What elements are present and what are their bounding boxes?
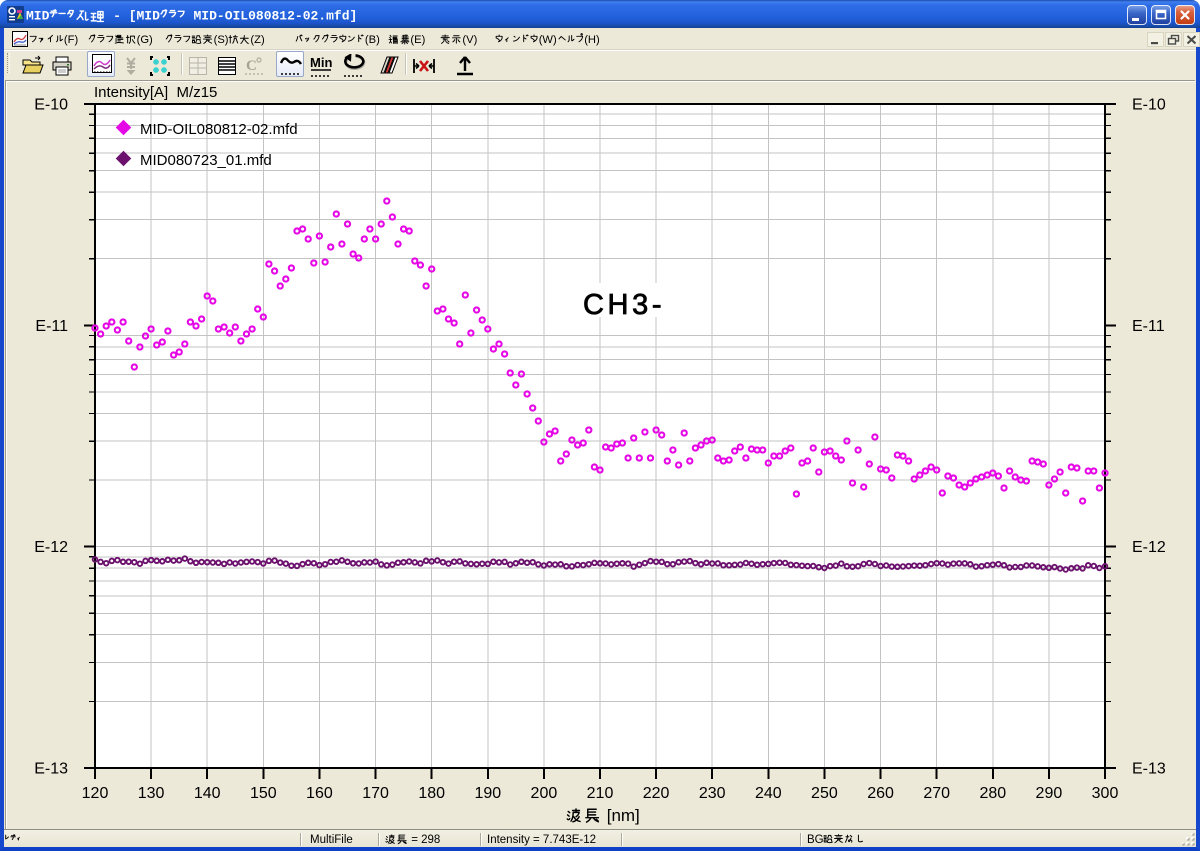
svg-text:E-12: E-12 — [1132, 539, 1166, 556]
svg-text:210: 210 — [587, 785, 614, 802]
svg-text:E-13: E-13 — [34, 761, 68, 778]
svg-text:Intensity[A] M/z15: Intensity[A] M/z15 — [94, 84, 217, 101]
svg-text:150: 150 — [250, 785, 277, 802]
svg-text:CH3-: CH3- — [583, 289, 665, 321]
svg-text:= 298: = 298 — [408, 834, 440, 846]
svg-text:MID-OIL080812-02.mfd: MID-OIL080812-02.mfd — [140, 121, 298, 138]
svg-text:180: 180 — [418, 785, 445, 802]
svg-text:E-13: E-13 — [1132, 761, 1166, 778]
svg-text:200: 200 — [531, 785, 558, 802]
svg-text:130: 130 — [138, 785, 165, 802]
svg-text:140: 140 — [194, 785, 221, 802]
svg-text:230: 230 — [699, 785, 726, 802]
svg-text:MID080723_01.mfd: MID080723_01.mfd — [140, 152, 272, 169]
svg-text:E-11: E-11 — [1132, 318, 1165, 335]
svg-text:290: 290 — [1036, 785, 1063, 802]
svg-text:270: 270 — [923, 785, 950, 802]
svg-text:300: 300 — [1092, 785, 1119, 802]
svg-text:120: 120 — [82, 785, 109, 802]
svg-text:220: 220 — [643, 785, 670, 802]
svg-text:E-10: E-10 — [34, 97, 68, 114]
svg-text:170: 170 — [362, 785, 389, 802]
svg-text:250: 250 — [811, 785, 838, 802]
svg-text:190: 190 — [474, 785, 501, 802]
svg-text:Intensity = 7.743E-12: Intensity = 7.743E-12 — [487, 834, 596, 846]
svg-text:240: 240 — [755, 785, 782, 802]
svg-text:E-11: E-11 — [35, 318, 68, 335]
svg-text:160: 160 — [306, 785, 333, 802]
svg-text:260: 260 — [867, 785, 894, 802]
svg-text:MultiFile: MultiFile — [310, 834, 353, 846]
svg-text:E-12: E-12 — [34, 539, 68, 556]
svg-text:E-10: E-10 — [1132, 97, 1166, 114]
svg-text:[nm]: [nm] — [602, 806, 640, 825]
svg-text:280: 280 — [979, 785, 1006, 802]
